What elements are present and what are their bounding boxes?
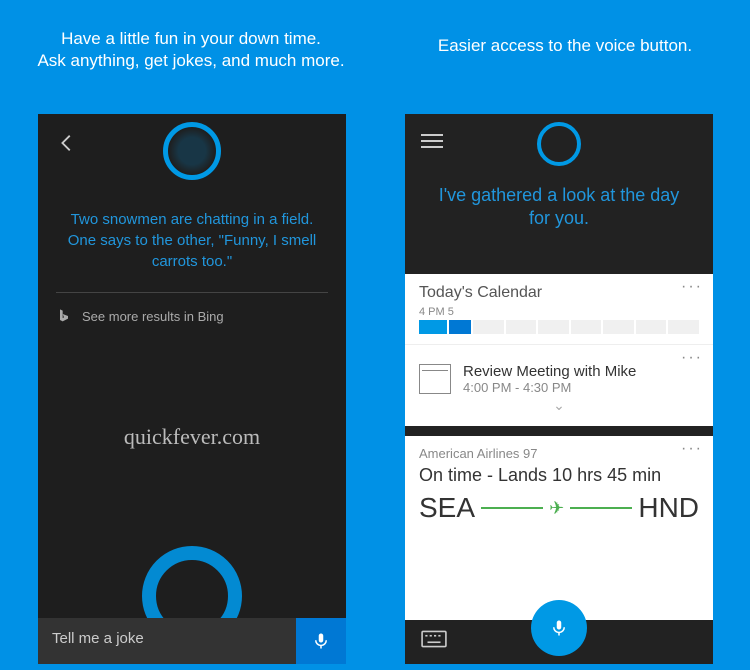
promo-caption-right: Easier access to the voice button. <box>405 36 725 56</box>
calendar-title: Today's Calendar <box>419 284 699 302</box>
microphone-button[interactable] <box>531 600 587 656</box>
card-menu-button[interactable]: ··· <box>681 349 703 367</box>
microphone-icon <box>550 617 568 639</box>
search-input[interactable]: Tell me a joke <box>38 618 296 664</box>
bing-results-link[interactable]: See more results in Bing <box>38 293 346 339</box>
calendar-time-label: 4 PM 5 <box>419 306 699 318</box>
cortana-greeting-text: I've gathered a look at the day for you. <box>405 184 713 231</box>
calendar-timeline <box>419 320 699 334</box>
meeting-card[interactable]: ··· Review Meeting with Mike 4:00 PM - 4… <box>405 344 713 426</box>
keyboard-button[interactable] <box>421 630 447 654</box>
caption-line: Ask anything, get jokes, and much more. <box>37 51 344 70</box>
flight-card[interactable]: ··· American Airlines 97 On time - Lands… <box>405 436 713 540</box>
cortana-logo-icon <box>163 122 221 180</box>
microphone-icon <box>312 630 330 652</box>
meeting-title: Review Meeting with Mike <box>463 363 636 380</box>
calendar-card: ··· Today's Calendar 4 PM 5 <box>405 274 713 344</box>
back-button[interactable] <box>56 132 78 160</box>
cortana-logo-icon <box>537 122 581 166</box>
cortana-response-text: Two snowmen are chatting in a field. One… <box>38 209 346 272</box>
card-menu-button[interactable]: ··· <box>681 278 703 296</box>
phone-right: I've gathered a look at the day for you.… <box>405 114 713 664</box>
card-menu-button[interactable]: ··· <box>681 440 703 458</box>
cortana-header <box>38 114 346 209</box>
flight-status-label: On time - Lands 10 hrs 45 min <box>419 465 699 486</box>
expand-button[interactable]: ⌄ <box>419 395 699 416</box>
airplane-icon: ✈ <box>549 498 564 519</box>
bing-link-label: See more results in Bing <box>82 309 224 324</box>
flight-route: SEA ✈ HND <box>419 492 699 524</box>
flight-origin: SEA <box>419 492 475 524</box>
section-gap <box>405 426 713 436</box>
flight-destination: HND <box>638 492 699 524</box>
phone-left: Two snowmen are chatting in a field. One… <box>38 114 346 664</box>
caption-line: Easier access to the voice button. <box>438 36 692 55</box>
watermark-text: quickfever.com <box>38 424 346 450</box>
cortana-header: I've gathered a look at the day for you. <box>405 114 713 274</box>
menu-button[interactable] <box>421 130 443 152</box>
promo-caption-left: Have a little fun in your down time. Ask… <box>6 28 376 72</box>
flight-airline-label: American Airlines 97 <box>419 446 699 461</box>
microphone-button[interactable] <box>296 618 346 664</box>
search-bar: Tell me a joke <box>38 618 346 664</box>
meeting-time: 4:00 PM - 4:30 PM <box>463 380 636 395</box>
caption-line: Have a little fun in your down time. <box>61 29 321 48</box>
bing-icon <box>56 307 72 325</box>
calendar-icon <box>419 364 451 394</box>
